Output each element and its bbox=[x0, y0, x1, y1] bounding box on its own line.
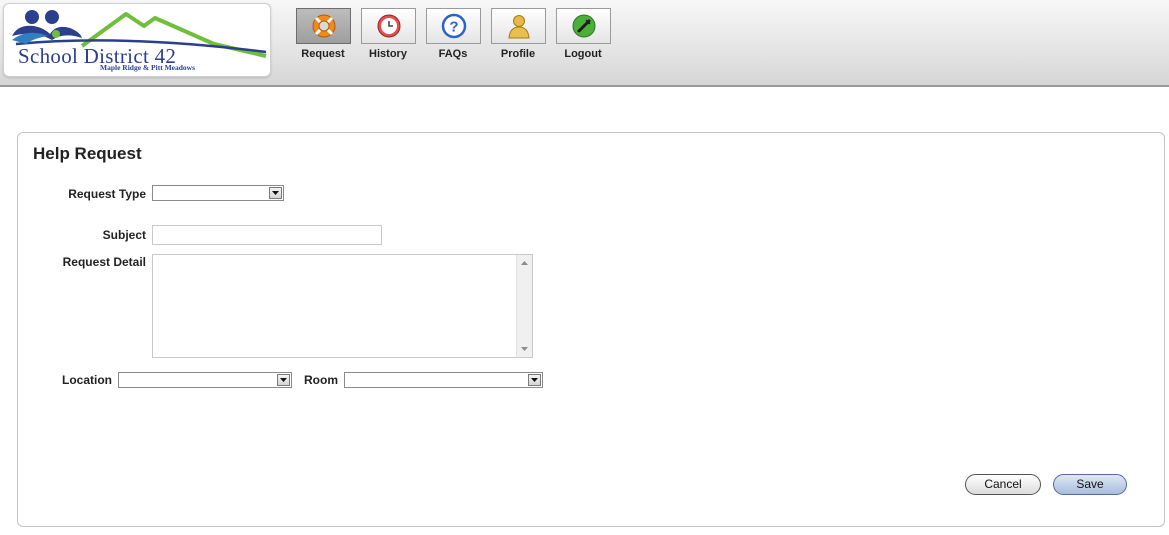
svg-text:?: ? bbox=[449, 19, 458, 36]
nav-profile[interactable]: Profile bbox=[491, 8, 547, 68]
nav-logout[interactable]: Logout bbox=[556, 8, 612, 68]
chevron-down-icon[interactable] bbox=[528, 374, 541, 386]
nav-request[interactable]: Request bbox=[296, 8, 352, 68]
school-district-logo[interactable]: School District 42 Maple Ridge & Pitt Me… bbox=[3, 3, 271, 77]
chevron-down-icon[interactable] bbox=[277, 374, 290, 386]
chevron-down-icon[interactable] bbox=[269, 187, 282, 199]
nav-history[interactable]: History bbox=[361, 8, 417, 68]
subject-input[interactable] bbox=[152, 225, 382, 245]
cancel-button[interactable]: Cancel bbox=[965, 474, 1041, 495]
request-detail-field[interactable] bbox=[152, 254, 533, 361]
location-select[interactable] bbox=[118, 372, 292, 388]
subject-label: Subject bbox=[102, 228, 146, 242]
room-label: Room bbox=[304, 373, 338, 387]
scroll-up-icon[interactable] bbox=[517, 255, 532, 271]
nav-logout-label: Logout bbox=[564, 48, 602, 60]
lifebuoy-icon bbox=[312, 14, 335, 38]
app-header: School District 42 Maple Ridge & Pitt Me… bbox=[0, 0, 1169, 87]
scroll-down-icon[interactable] bbox=[517, 341, 532, 357]
request-detail-scrollbar[interactable] bbox=[516, 255, 532, 357]
request-detail-textarea[interactable] bbox=[153, 255, 520, 361]
help-request-panel: Help Request Request Type Subject Reques… bbox=[17, 132, 1165, 527]
save-button[interactable]: Save bbox=[1053, 474, 1127, 495]
question-icon: ? bbox=[441, 13, 466, 39]
request-type-select[interactable] bbox=[152, 185, 284, 201]
clock-icon bbox=[377, 14, 400, 38]
user-icon bbox=[507, 15, 530, 39]
location-label: Location bbox=[62, 373, 112, 387]
power-icon bbox=[572, 14, 595, 38]
request-type-label: Request Type bbox=[68, 187, 146, 201]
page-title: Help Request bbox=[33, 144, 142, 163]
nav-history-label: History bbox=[369, 48, 407, 60]
logo-subtitle: Maple Ridge & Pitt Meadows bbox=[100, 63, 195, 72]
nav-faqs-label: FAQs bbox=[438, 48, 468, 60]
nav-profile-label: Profile bbox=[500, 48, 536, 60]
nav-faqs[interactable]: ? FAQs bbox=[426, 8, 482, 68]
request-detail-label: Request Detail bbox=[62, 255, 146, 269]
room-select[interactable] bbox=[344, 372, 543, 388]
nav-request-label: Request bbox=[301, 48, 345, 60]
